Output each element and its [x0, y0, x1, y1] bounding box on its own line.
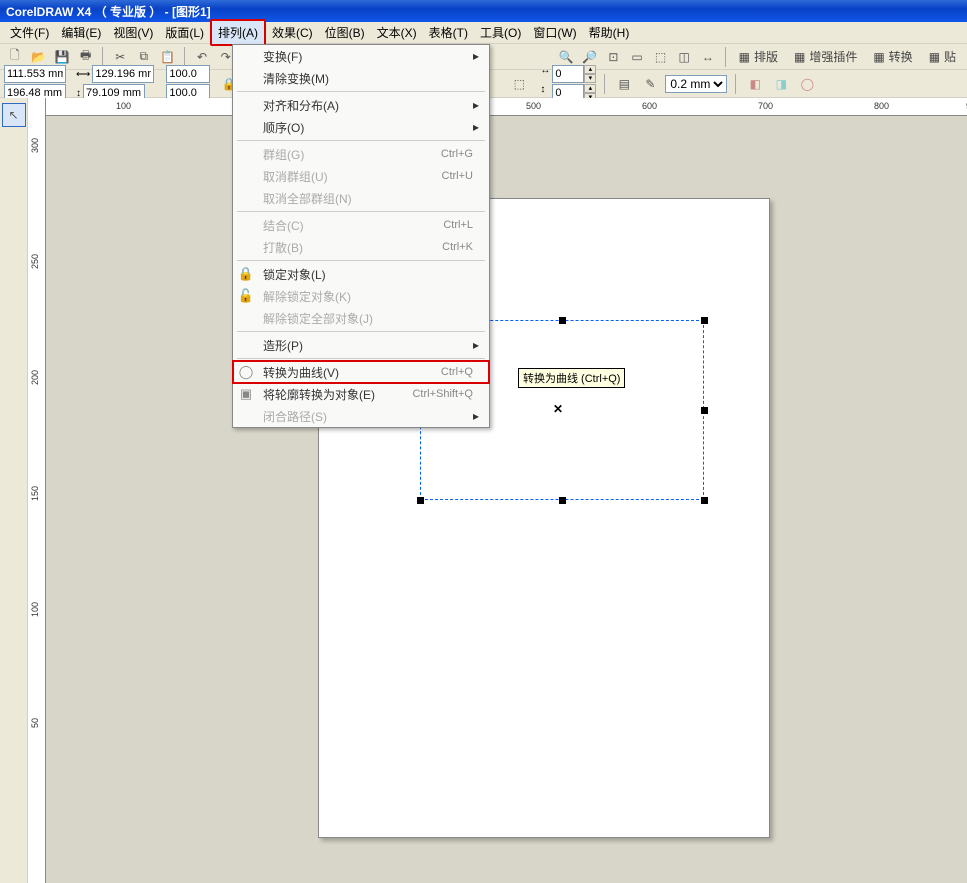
layout-button[interactable]: ▦排版: [732, 45, 785, 68]
submenu-arrow-icon: ▸: [473, 120, 483, 134]
menu-8[interactable]: 表格(T): [423, 21, 474, 44]
convert-button[interactable]: ▦转换: [866, 45, 919, 68]
menu-5[interactable]: 效果(C): [266, 21, 319, 44]
menu-item-icon: 🔓: [233, 288, 259, 304]
menu-item: 打散(B)Ctrl+K: [233, 236, 489, 258]
menu-item-label: 结合(C): [259, 217, 405, 234]
menu-item-label: 将轮廓转换为对象(E): [259, 386, 405, 403]
menu-item-icon: ◯: [233, 364, 259, 380]
plugin-button[interactable]: ▦增强插件: [787, 45, 864, 68]
selection-handle[interactable]: [701, 317, 708, 324]
zoom-page-icon[interactable]: ▭: [626, 46, 648, 68]
zoom-fit-icon[interactable]: ⊡: [603, 46, 625, 68]
menu-1[interactable]: 编辑(E): [55, 21, 107, 44]
menu-10[interactable]: 窗口(W): [527, 21, 582, 44]
menu-item: 解除锁定全部对象(J): [233, 307, 489, 329]
tooltip: 转换为曲线 (Ctrl+Q): [518, 368, 625, 388]
menu-item: 取消群组(U)Ctrl+U: [233, 165, 489, 187]
menu-9[interactable]: 工具(O): [474, 21, 527, 44]
submenu-arrow-icon: ▸: [473, 49, 483, 63]
menu-3[interactable]: 版面(L): [159, 21, 210, 44]
menu-item-label: 取消群组(U): [259, 168, 405, 185]
selection-handle[interactable]: [559, 497, 566, 504]
menu-item-icon: 🔒: [233, 266, 259, 282]
menu-item-label: 取消全部群组(N): [259, 190, 405, 207]
menu-item[interactable]: 🔒锁定对象(L): [233, 263, 489, 285]
bounds-icon[interactable]: ⬚: [508, 73, 530, 95]
selection-handle[interactable]: [701, 407, 708, 414]
menu-item: 结合(C)Ctrl+L: [233, 214, 489, 236]
x-input[interactable]: [4, 65, 66, 83]
menu-item-label: 对齐和分布(A): [259, 97, 405, 114]
menu-item-icon: ▣: [233, 386, 259, 402]
title-bar: CorelDRAW X4 （ 专业版 ） - [图形1]: [0, 0, 967, 22]
dup-x[interactable]: [552, 65, 584, 83]
menu-item[interactable]: 清除变换(M): [233, 67, 489, 89]
arrange-menu: 变换(F)▸清除变换(M)对齐和分布(A)▸顺序(O)▸群组(G)Ctrl+G取…: [232, 44, 490, 428]
sx-input[interactable]: [166, 65, 210, 83]
selection-handle[interactable]: [701, 497, 708, 504]
horizontal-ruler: 10050500600700800900: [46, 98, 967, 116]
app-title: CorelDRAW X4 （ 专业版 ） - [图形1]: [6, 5, 211, 19]
menu-4[interactable]: 排列(A): [210, 19, 266, 46]
menu-item: 取消全部群组(N): [233, 187, 489, 209]
menu-item-label: 顺序(O): [259, 119, 405, 136]
menu-item[interactable]: 顺序(O) ▸: [233, 116, 489, 138]
zoom-all-icon[interactable]: ⬚: [650, 46, 672, 68]
submenu-arrow-icon: ▸: [473, 409, 483, 423]
menu-bar: 文件(F)编辑(E)视图(V)版面(L)排列(A)效果(C)位图(B)文本(X)…: [0, 22, 967, 44]
menu-item-label: 锁定对象(L): [259, 266, 405, 283]
selection-handle[interactable]: [417, 497, 424, 504]
menu-item[interactable]: 对齐和分布(A) ▸: [233, 94, 489, 116]
zoom-width-icon[interactable]: ↔: [697, 46, 719, 68]
menu-6[interactable]: 位图(B): [319, 21, 371, 44]
menu-2[interactable]: 视图(V): [107, 21, 159, 44]
menu-item: 闭合路径(S) ▸: [233, 405, 489, 427]
menu-item[interactable]: 造形(P) ▸: [233, 334, 489, 356]
paste-button[interactable]: ▦贴: [922, 45, 963, 68]
outline-width[interactable]: 0.2 mm: [665, 75, 727, 93]
menu-item: 群组(G)Ctrl+G: [233, 143, 489, 165]
menu-item: 🔓解除锁定对象(K): [233, 285, 489, 307]
menu-item-label: 闭合路径(S): [259, 408, 405, 425]
menu-item-label: 解除锁定对象(K): [259, 288, 405, 305]
menu-item-label: 变换(F): [259, 48, 405, 65]
menu-item-shortcut: Ctrl+Q: [405, 366, 473, 378]
submenu-arrow-icon: ▸: [473, 338, 483, 352]
selection-center-icon: ✕: [553, 402, 563, 416]
front-icon[interactable]: ◧: [744, 73, 766, 95]
menu-item[interactable]: ◯转换为曲线(V)Ctrl+Q: [233, 361, 489, 383]
menu-item-label: 清除变换(M): [259, 70, 405, 87]
toolbox: ↖: [0, 98, 28, 883]
w-input[interactable]: [92, 65, 154, 83]
menu-item-label: 群组(G): [259, 146, 405, 163]
back-icon[interactable]: ◨: [770, 73, 792, 95]
menu-11[interactable]: 帮助(H): [583, 21, 636, 44]
menu-item-label: 打散(B): [259, 239, 405, 256]
vertical-ruler: 30025020015010050: [28, 98, 46, 883]
menu-0[interactable]: 文件(F): [4, 21, 55, 44]
wrap-icon[interactable]: ▤: [613, 73, 635, 95]
canvas[interactable]: 30025020015010050 10050500600700800900 ✕…: [28, 98, 967, 883]
pick-tool-icon[interactable]: ↖: [2, 103, 26, 127]
menu-item[interactable]: 变换(F) ▸: [233, 45, 489, 67]
menu-item-label: 转换为曲线(V): [259, 364, 405, 381]
menu-item-shortcut: Ctrl+L: [405, 219, 473, 231]
selection-handle[interactable]: [559, 317, 566, 324]
menu-item-label: 解除锁定全部对象(J): [259, 310, 405, 327]
menu-item-shortcut: Ctrl+U: [405, 170, 473, 182]
zoom-sel-icon[interactable]: ◫: [673, 46, 695, 68]
menu-item-label: 造形(P): [259, 337, 405, 354]
convert-curve-icon[interactable]: ◯: [796, 73, 818, 95]
menu-7[interactable]: 文本(X): [371, 21, 423, 44]
outline-pen-icon[interactable]: ✎: [639, 73, 661, 95]
menu-item-shortcut: Ctrl+Shift+Q: [405, 388, 473, 400]
menu-item-shortcut: Ctrl+K: [405, 241, 473, 253]
menu-item[interactable]: ▣将轮廓转换为对象(E)Ctrl+Shift+Q: [233, 383, 489, 405]
submenu-arrow-icon: ▸: [473, 98, 483, 112]
menu-item-shortcut: Ctrl+G: [405, 148, 473, 160]
